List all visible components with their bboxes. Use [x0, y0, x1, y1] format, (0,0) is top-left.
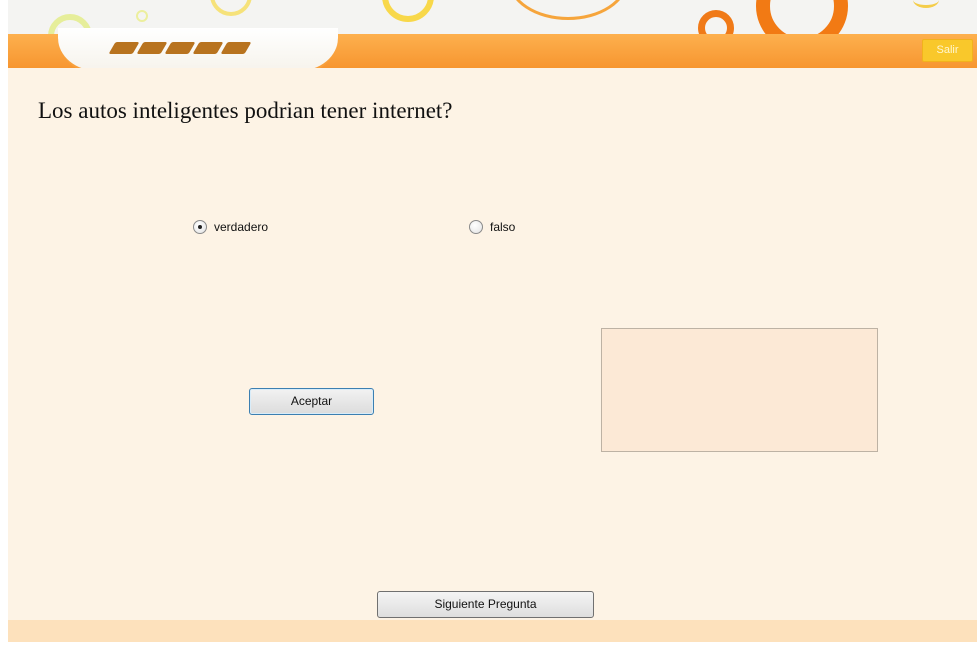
- footer-bar: [8, 620, 977, 642]
- option-falso[interactable]: falso: [469, 220, 515, 234]
- question-text: Los autos inteligentes podrian tener int…: [38, 98, 453, 123]
- decorative-circle: [756, 0, 848, 36]
- radio-unselected-icon[interactable]: [469, 220, 483, 234]
- decorative-circle: [698, 10, 734, 36]
- exit-button[interactable]: Salir: [922, 39, 973, 62]
- logo-stripes-icon: [108, 42, 252, 54]
- decorative-circle: [136, 10, 148, 22]
- accept-button[interactable]: Aceptar: [249, 388, 374, 415]
- next-question-button[interactable]: Siguiente Pregunta: [377, 591, 594, 618]
- result-box: [601, 328, 878, 452]
- decorative-circle: [210, 0, 252, 16]
- decorative-circle: [508, 0, 628, 20]
- option-label: falso: [490, 220, 516, 234]
- option-label: verdadero: [214, 220, 269, 234]
- option-verdadero[interactable]: verdadero: [193, 220, 268, 234]
- decorative-circle: [382, 0, 434, 22]
- decorative-circle: [913, 0, 939, 8]
- radio-selected-icon[interactable]: [193, 220, 207, 234]
